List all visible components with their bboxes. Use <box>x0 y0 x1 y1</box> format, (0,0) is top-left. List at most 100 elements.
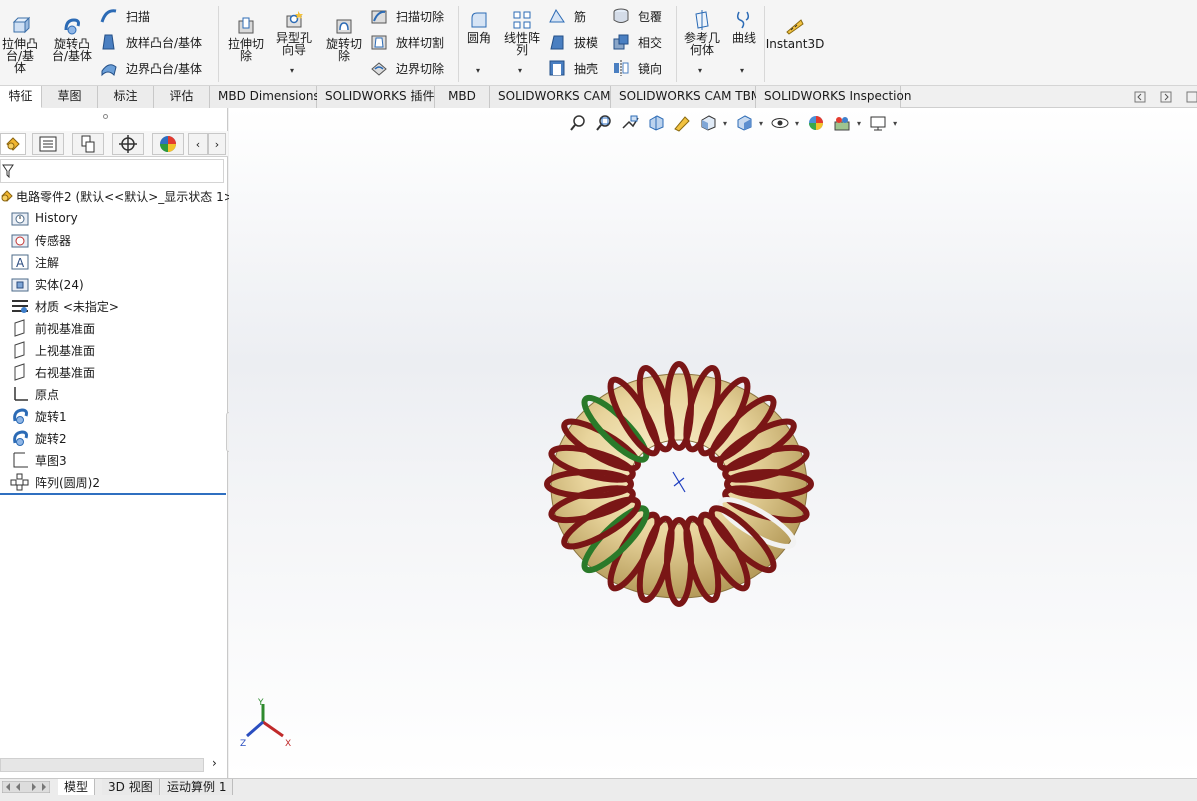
tree-item-right-plane[interactable]: 右视基准面 <box>10 362 95 382</box>
hole-wizard-dropdown-icon[interactable]: ▾ <box>290 66 294 75</box>
sweep-cut-button[interactable]: 扫描切除 <box>370 6 444 26</box>
loft-boss-label: 放样凸台/基体 <box>126 35 203 50</box>
boundary-cut-button[interactable]: 边界切除 <box>370 58 444 78</box>
zoom-to-area-icon[interactable] <box>593 113 615 133</box>
intersect-label: 相交 <box>638 35 663 50</box>
display-style-dropdown-icon[interactable]: ▾ <box>759 119 763 128</box>
horizontal-scrollbar[interactable] <box>0 758 204 772</box>
feature-manager-icon <box>6 137 20 151</box>
section-view-icon[interactable] <box>645 113 667 133</box>
view-settings-dropdown-icon[interactable]: ▾ <box>893 119 897 128</box>
previous-view-icon[interactable] <box>619 113 641 133</box>
tab-solidworks-addins[interactable]: SOLIDWORKS 插件 <box>317 86 435 108</box>
hide-show-dropdown-icon[interactable]: ▾ <box>795 119 799 128</box>
tree-root-part[interactable]: 电路零件2 (默认<<默认>_显示状态 1> <box>0 186 234 206</box>
tab-feature-manager[interactable] <box>0 133 26 155</box>
tree-item-material[interactable]: 材质 <未指定> <box>10 296 119 316</box>
hole-wizard-button[interactable]: 异型孔 向导 <box>272 10 316 56</box>
collapse-left-icon[interactable] <box>1134 91 1146 103</box>
sweep-button[interactable]: 扫描 <box>100 6 150 26</box>
dynamic-annotation-icon[interactable] <box>671 113 693 133</box>
zoom-to-fit-icon[interactable] <box>567 113 589 133</box>
rollback-bar[interactable] <box>0 493 226 495</box>
tab-mbd[interactable]: MBD <box>435 86 490 108</box>
revolve-boss-button[interactable]: 旋转凸 台/基体 <box>50 16 94 62</box>
tree-item-front-plane[interactable]: 前视基准面 <box>10 318 95 338</box>
graphics-area[interactable]: ▾ ▾ ▾ ▾ ▾ Y X Z <box>229 108 1197 778</box>
linear-pattern-dropdown-icon[interactable]: ▾ <box>518 66 522 75</box>
tab-mbd-dimensions[interactable]: MBD Dimensions <box>210 86 320 108</box>
tab-solidworks-cam[interactable]: SOLIDWORKS CAM <box>490 86 611 108</box>
tab-markup[interactable]: 标注 <box>98 86 154 108</box>
tab-navigation-arrows-icon[interactable] <box>2 781 50 793</box>
tab-display-manager[interactable] <box>152 133 184 155</box>
collapse-right-icon[interactable] <box>1160 91 1172 103</box>
circular-pattern-icon <box>10 473 30 491</box>
tab-model[interactable]: 模型 <box>58 779 96 795</box>
fillet-dropdown-icon[interactable]: ▾ <box>476 66 480 75</box>
tree-item-solid-bodies[interactable]: 实体(24) <box>10 274 84 294</box>
tree-item-history[interactable]: History <box>10 208 78 228</box>
view-settings-icon[interactable] <box>867 113 889 133</box>
wrap-button[interactable]: 包覆 <box>612 6 662 26</box>
tab-scroll-left[interactable]: ‹ <box>188 133 208 155</box>
history-folder-icon <box>10 209 30 227</box>
tree-item-sensors[interactable]: 传感器 <box>10 230 71 250</box>
tree-item-circular-pattern2[interactable]: 阵列(圆周)2 <box>10 472 100 492</box>
tree-item-annotations[interactable]: A 注解 <box>10 252 59 272</box>
panel-toggle-icon[interactable] <box>1186 91 1197 103</box>
revolve-boss-icon <box>64 18 80 35</box>
hide-show-items-icon[interactable] <box>769 113 791 133</box>
view-orientation-icon[interactable] <box>697 113 719 133</box>
loft-cut-button[interactable]: 放样切割 <box>370 32 444 52</box>
display-style-icon[interactable] <box>733 113 755 133</box>
tree-filter[interactable] <box>0 159 224 183</box>
tree-item-top-plane[interactable]: 上视基准面 <box>10 340 95 360</box>
tree-root-label: 电路零件2 (默认<<默认>_显示状态 1> <box>16 189 234 204</box>
mirror-button[interactable]: 镜向 <box>612 58 662 78</box>
tab-property-manager[interactable] <box>32 133 64 155</box>
curves-button[interactable]: 曲线 <box>728 10 760 44</box>
draft-button[interactable]: 拔模 <box>548 32 598 52</box>
pane-grip-icon[interactable] <box>103 114 108 119</box>
curves-dropdown-icon[interactable]: ▾ <box>740 66 744 75</box>
apply-scene-dropdown-icon[interactable]: ▾ <box>857 119 861 128</box>
tab-solidworks-inspection[interactable]: SOLIDWORKS Inspection <box>756 86 911 108</box>
revolve-icon <box>10 429 30 447</box>
hole-wizard-label: 异型孔 向导 <box>275 31 312 57</box>
view-orientation-dropdown-icon[interactable]: ▾ <box>723 119 727 128</box>
tab-evaluate[interactable]: 评估 <box>154 86 210 108</box>
command-manager-ribbon: 拉伸凸 台/基体 旋转凸 台/基体 扫描 放样凸台/基体 边界凸台/基体 拉伸切… <box>0 0 1197 86</box>
tab-scroll-right[interactable]: › <box>208 133 226 155</box>
linear-pattern-button[interactable]: 线性阵 列 <box>500 10 544 56</box>
toroid-inductor-model[interactable] <box>529 348 829 628</box>
tree-item-revolve2[interactable]: 旋转2 <box>10 428 67 448</box>
reference-geometry-button[interactable]: 参考几 何体 <box>680 10 724 56</box>
tab-sketch[interactable]: 草图 <box>42 86 98 108</box>
shell-button[interactable]: 抽壳 <box>548 58 598 78</box>
boundary-boss-button[interactable]: 边界凸台/基体 <box>100 58 202 78</box>
edit-appearance-icon[interactable] <box>805 113 827 133</box>
apply-scene-icon[interactable] <box>831 113 853 133</box>
intersect-button[interactable]: 相交 <box>612 32 662 52</box>
tree-item-sketch3[interactable]: 草图3 <box>10 450 67 470</box>
tab-motion-study[interactable]: 运动算例 1 <box>161 779 234 795</box>
loft-boss-button[interactable]: 放样凸台/基体 <box>100 32 202 52</box>
revolve-cut-button[interactable]: 旋转切 除 <box>322 16 366 62</box>
rib-button[interactable]: 筋 <box>548 6 586 26</box>
tab-3d-view[interactable]: 3D 视图 <box>102 779 160 795</box>
tab-dimxpert-manager[interactable] <box>112 133 144 155</box>
tab-features[interactable]: 特征 <box>0 86 42 108</box>
instant3d-button[interactable]: Instant3D <box>766 16 824 50</box>
tree-item-revolve1[interactable]: 旋转1 <box>10 406 67 426</box>
extrude-cut-button[interactable]: 拉伸切 除 <box>224 16 268 62</box>
reference-geometry-dropdown-icon[interactable]: ▾ <box>698 66 702 75</box>
tree-item-origin[interactable]: 原点 <box>10 384 59 404</box>
scroll-right-arrow-icon[interactable]: › <box>212 756 217 770</box>
ribbon-separator <box>218 6 219 82</box>
extrude-boss-button[interactable]: 拉伸凸 台/基体 <box>0 16 40 74</box>
tab-solidworks-cam-tbm[interactable]: SOLIDWORKS CAM TBM <box>611 86 761 108</box>
fillet-button[interactable]: 圆角 <box>462 10 496 44</box>
manager-tabs: ‹ › <box>0 131 228 157</box>
tab-configuration-manager[interactable] <box>72 133 104 155</box>
